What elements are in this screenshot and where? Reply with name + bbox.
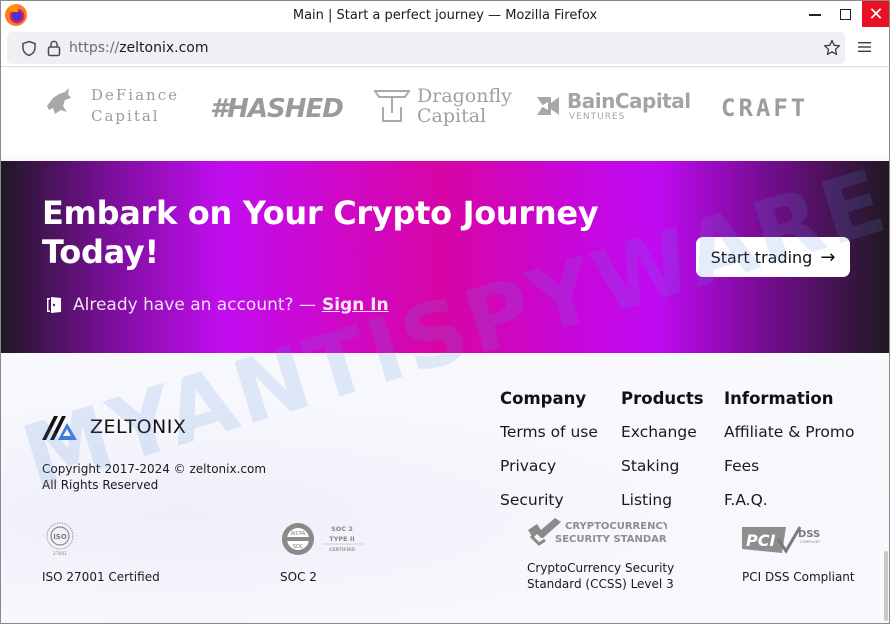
footer-link-listing[interactable]: Listing (621, 491, 704, 509)
svg-text:ISO: ISO (53, 533, 67, 541)
page-content: DeFiance Capital #HASHED Dragonfly Capital… (1, 68, 889, 623)
navigation-bar: https://zeltonix.com (1, 31, 889, 67)
title-bar: Main | Start a perfect journey — Mozilla… (1, 1, 889, 31)
cert-label: CryptoCurrency Security Standard (CCSS) … (527, 560, 674, 592)
hamburger-menu-icon[interactable] (857, 40, 873, 54)
maximize-button[interactable] (828, 1, 862, 27)
footer-brand[interactable]: ZELTONIX (42, 413, 186, 441)
column-heading: Products (621, 389, 704, 408)
footer-column-company: Company Terms of use Privacy Security (500, 389, 598, 525)
url-protocol: https:// (69, 40, 120, 56)
svg-text:CERTIFIED: CERTIFIED (329, 547, 355, 553)
copyright-line: Copyright 2017-2024 © zeltonix.com (42, 462, 267, 476)
close-button[interactable]: ✕ (862, 1, 889, 27)
column-heading: Information (724, 389, 834, 408)
start-trading-button[interactable]: Start trading → (696, 237, 850, 277)
cta-banner: Embark on Your Crypto Journey Today! Alr… (1, 161, 889, 353)
bain-logo-icon (537, 97, 559, 115)
browser-window: Main | Start a perfect journey — Mozilla… (0, 0, 890, 624)
start-trading-label: Start trading (710, 247, 813, 267)
window-title: Main | Start a perfect journey — Mozilla… (292, 8, 598, 23)
cert-label: PCI DSS Compliant (742, 570, 855, 584)
column-heading: Company (500, 389, 587, 408)
cert-label: ISO 27001 Certified (42, 570, 160, 584)
partner-name: Dragonfly (417, 85, 512, 107)
partner-dragonfly-capital: Dragonfly Capital (373, 86, 512, 126)
footer-link-affiliate[interactable]: Affiliate & Promo (724, 423, 854, 441)
cert-label: SOC 2 (280, 570, 317, 584)
partner-sub: Capital (91, 107, 160, 125)
copyright: Copyright 2017-2024 © zeltonix.com All R… (42, 461, 266, 493)
url-text[interactable]: https://zeltonix.com (69, 40, 209, 56)
account-prompt: Already have an account? — Sign In (45, 295, 389, 315)
cert-pci-dss: PCI DSS COMPLIANT PCI DSS Compliant (742, 523, 855, 585)
footer-link-privacy[interactable]: Privacy (500, 457, 598, 475)
tracking-protection-shield-icon[interactable] (21, 40, 37, 57)
partners-strip: DeFiance Capital #HASHED Dragonfly Capital… (1, 68, 889, 161)
footer-link-staking[interactable]: Staking (621, 457, 704, 475)
partner-hashed: #HASHED (210, 94, 344, 124)
partner-defiance-capital: DeFiance Capital (41, 84, 179, 128)
footer-link-fees[interactable]: Fees (724, 457, 854, 475)
cert-ccss: CRYPTOCURRENCY SECURITY STANDARD CryptoC… (527, 516, 675, 592)
address-bar[interactable]: https://zeltonix.com (7, 32, 845, 64)
partner-name: BainCapital (567, 89, 691, 113)
svg-text:AICPA: AICPA (291, 531, 306, 537)
account-prompt-text: Already have an account? — (73, 295, 316, 315)
zeltonix-logo-icon (42, 416, 77, 440)
partner-craft: CRAFT (721, 94, 809, 122)
url-host: zeltonix.com (119, 40, 209, 56)
footer-column-products: Products Exchange Staking Listing (621, 389, 704, 525)
svg-text:PCI: PCI (746, 531, 775, 550)
partner-bain-capital: BainCapital VENTURES (537, 90, 691, 122)
svg-text:DSS: DSS (798, 529, 820, 540)
svg-text:27001: 27001 (53, 551, 67, 557)
cta-heading: Embark on Your Crypto Journey Today! (42, 194, 599, 271)
rights-line: All Rights Reserved (42, 478, 159, 492)
footer-link-terms[interactable]: Terms of use (500, 423, 598, 441)
dragonfly-logo-icon (373, 90, 411, 122)
arrow-right-icon: → (820, 246, 836, 268)
footer-link-exchange[interactable]: Exchange (621, 423, 704, 441)
svg-text:CRYPTOCURRENCY: CRYPTOCURRENCY (565, 521, 667, 532)
ccss-badge-icon: CRYPTOCURRENCY SECURITY STANDARD (528, 518, 675, 546)
footer: ZELTONIX Copyright 2017-2024 © zeltonix.… (1, 353, 889, 623)
svg-text:COMPLIANT: COMPLIANT (800, 540, 821, 544)
svg-text:SOC 2: SOC 2 (331, 525, 353, 533)
partner-name: DeFiance (91, 86, 179, 104)
aicpa-soc-badge-icon: AICPA SOC SOC 2 TYPE II CERTIFIED (282, 523, 364, 555)
sign-in-link[interactable]: Sign In (322, 295, 389, 315)
cert-label-line: Standard (CCSS) Level 3 (527, 577, 674, 591)
footer-column-information: Information Affiliate & Promo Fees F.A.Q… (724, 389, 854, 525)
cert-iso: ISO 27001 ISO 27001 Certified (42, 521, 160, 585)
door-signin-icon (47, 297, 61, 313)
footer-link-faq[interactable]: F.A.Q. (724, 491, 854, 509)
minimize-button[interactable] (798, 1, 832, 27)
maximize-icon (839, 8, 851, 20)
page-scrollbar[interactable] (884, 551, 888, 621)
cert-soc2: AICPA SOC SOC 2 TYPE II CERTIFIED SOC 2 (280, 521, 366, 585)
cert-label-line: CryptoCurrency Security (527, 561, 675, 575)
partner-sub: VENTURES (569, 112, 626, 122)
close-icon: ✕ (868, 3, 884, 25)
pci-dss-badge-icon: PCI DSS COMPLIANT (742, 526, 821, 554)
svg-text:SECURITY STANDARD: SECURITY STANDARD (555, 534, 667, 545)
bull-logo-icon (47, 88, 85, 125)
svg-text:SOC: SOC (293, 544, 304, 550)
bookmark-star-icon[interactable] (823, 39, 841, 57)
iso-badge-icon: ISO 27001 (46, 522, 74, 557)
partner-sub: Capital (417, 105, 487, 127)
lock-icon[interactable] (47, 39, 61, 57)
svg-text:TYPE II: TYPE II (329, 535, 354, 543)
footer-link-security[interactable]: Security (500, 491, 598, 509)
minimize-icon (809, 14, 821, 16)
brand-name: ZELTONIX (90, 416, 187, 438)
